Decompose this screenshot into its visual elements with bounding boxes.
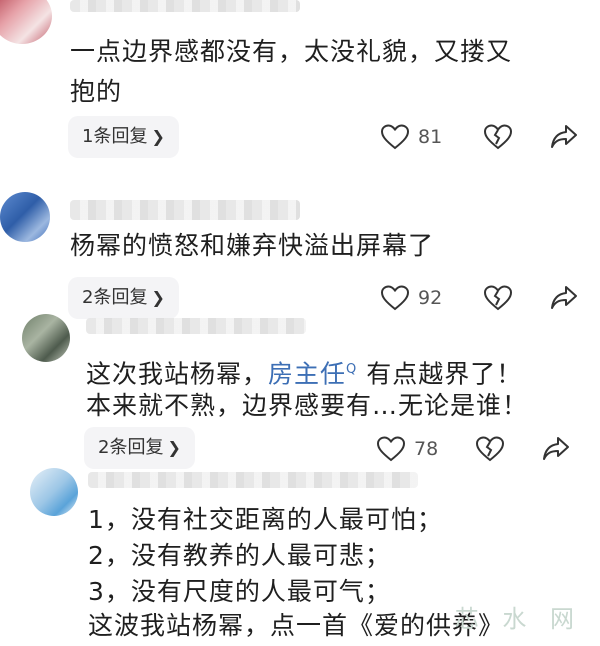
- reply-count-label: 2条回复: [82, 287, 148, 308]
- comment-text-line: 1，没有社交距离的人最可怕；: [88, 505, 443, 534]
- share-arrow-icon[interactable]: [542, 436, 570, 462]
- reply-count-label: 1条回复: [82, 126, 148, 147]
- heart-icon[interactable]: [381, 285, 409, 311]
- comment-text-line: 一点边界感都没有，太没礼貌，又搂又: [70, 37, 513, 66]
- broken-heart-icon[interactable]: [484, 285, 512, 311]
- comment-text-segment: 有点越界了！: [357, 359, 523, 389]
- view-replies-button[interactable]: 2条回复 ❯: [84, 427, 195, 469]
- broken-heart-icon[interactable]: [476, 436, 504, 462]
- username-blurred: [70, 0, 300, 12]
- avatar[interactable]: [0, 0, 52, 44]
- like-count: 81: [418, 126, 443, 148]
- view-replies-button[interactable]: 2条回复 ❯: [68, 277, 179, 319]
- share-arrow-icon[interactable]: [550, 124, 578, 150]
- watermark: 芯 水 网: [454, 605, 582, 633]
- comment-text-line: 2，没有教养的人最可悲；: [88, 541, 391, 570]
- avatar[interactable]: [0, 192, 50, 242]
- username-blurred: [86, 318, 306, 334]
- comment-text-line: 抱的: [70, 77, 123, 106]
- comment-text-line: 这波我站杨幂，点一首《爱的供养》: [88, 611, 505, 640]
- username-blurred: [88, 472, 418, 488]
- chevron-right-icon: ❯: [167, 438, 181, 457]
- username-blurred: [70, 200, 300, 220]
- avatar[interactable]: [22, 314, 70, 362]
- broken-heart-icon[interactable]: [484, 124, 512, 150]
- avatar[interactable]: [30, 468, 78, 516]
- view-replies-button[interactable]: 1条回复 ❯: [68, 116, 179, 158]
- heart-icon[interactable]: [381, 124, 409, 150]
- comment-text-line: 杨幂的愤怒和嫌弃快溢出屏幕了: [70, 231, 435, 260]
- reply-count-label: 2条回复: [98, 437, 164, 458]
- topic-link[interactable]: 房主任: [268, 359, 346, 388]
- like-count: 78: [414, 438, 439, 460]
- comment-text-segment: 这次我站杨幂，: [86, 359, 269, 389]
- comment-text-line: 本来就不熟，边界感要有…无论是谁！: [86, 391, 529, 420]
- like-count: 92: [418, 287, 443, 309]
- share-arrow-icon[interactable]: [550, 285, 578, 311]
- search-icon[interactable]: Q: [346, 362, 357, 377]
- heart-icon[interactable]: [377, 436, 405, 462]
- chevron-right-icon: ❯: [151, 127, 165, 146]
- chevron-right-icon: ❯: [151, 288, 165, 307]
